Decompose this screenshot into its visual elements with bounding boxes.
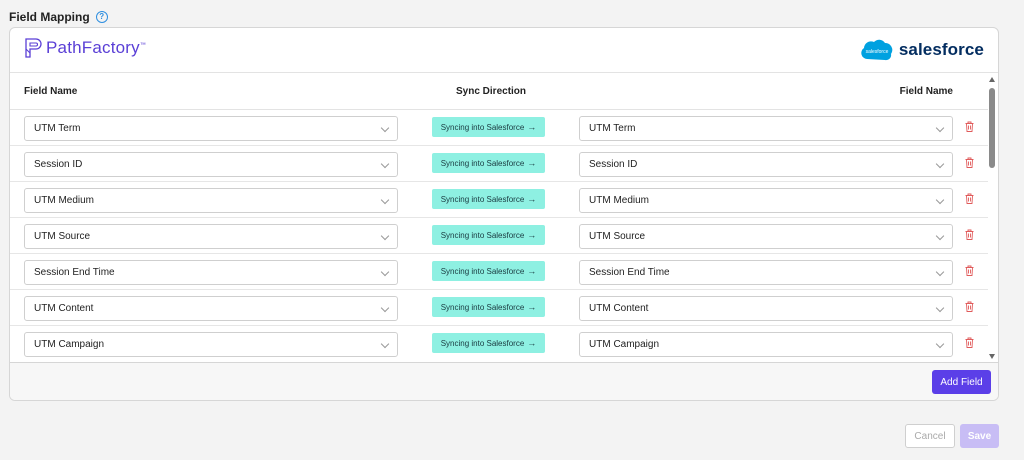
sync-direction-badge: Syncing into Salesforce →: [432, 297, 545, 317]
salesforce-wordmark: salesforce: [898, 40, 984, 59]
chevron-down-icon: [935, 267, 945, 277]
pathfactory-wordmark: PathFactory™: [46, 38, 147, 57]
scroll-down-icon[interactable]: [989, 354, 995, 359]
mapping-row: Session ID Syncing into Salesforce → Sess…: [10, 146, 988, 182]
chevron-down-icon: [380, 159, 390, 169]
arrow-right-icon: →: [527, 302, 537, 312]
source-field-select[interactable]: UTM Medium: [24, 188, 398, 213]
mapping-rows: UTM Term Syncing into Salesforce → UTM Te…: [10, 110, 988, 362]
delete-row-icon[interactable]: [965, 121, 974, 132]
sync-direction-badge: Syncing into Salesforce →: [432, 225, 545, 245]
arrow-right-icon: →: [527, 230, 537, 240]
target-field-select[interactable]: UTM Term: [579, 116, 953, 141]
svg-text:salesforce: salesforce: [865, 49, 888, 55]
delete-row-icon[interactable]: [965, 301, 974, 312]
chevron-down-icon: [380, 195, 390, 205]
source-field-select[interactable]: Session End Time: [24, 260, 398, 285]
mapping-row: UTM Medium Syncing into Salesforce → UTM …: [10, 182, 988, 218]
sync-direction-badge: Syncing into Salesforce →: [432, 117, 545, 137]
chevron-down-icon: [380, 123, 390, 133]
source-field-select[interactable]: UTM Source: [24, 224, 398, 249]
mapping-row: Session End Time Syncing into Salesforce…: [10, 254, 988, 290]
salesforce-logo: salesforce salesforce: [859, 37, 984, 63]
target-field-select[interactable]: UTM Campaign: [579, 332, 953, 357]
chevron-down-icon: [935, 303, 945, 313]
section-title: Field Mapping: [9, 10, 90, 24]
delete-row-icon[interactable]: [965, 265, 974, 276]
chevron-down-icon: [380, 303, 390, 313]
chevron-down-icon: [935, 159, 945, 169]
arrow-right-icon: →: [527, 122, 537, 132]
source-field-select[interactable]: UTM Campaign: [24, 332, 398, 357]
header-source-field: Field Name: [24, 86, 78, 97]
delete-row-icon[interactable]: [965, 337, 974, 348]
target-field-select[interactable]: UTM Content: [579, 296, 953, 321]
help-icon[interactable]: ?: [95, 11, 108, 23]
header-target-field: Field Name: [899, 86, 953, 97]
target-field-select[interactable]: UTM Medium: [579, 188, 953, 213]
section-header: Field Mapping ?: [9, 10, 108, 24]
add-field-button[interactable]: Add Field: [932, 370, 991, 394]
target-field-select[interactable]: Session ID: [579, 152, 953, 177]
pathfactory-logo: PathFactory™: [24, 37, 146, 59]
delete-row-icon[interactable]: [965, 193, 974, 204]
chevron-down-icon: [935, 339, 945, 349]
salesforce-cloud-icon: salesforce: [861, 39, 893, 61]
chevron-down-icon: [380, 267, 390, 277]
source-field-select[interactable]: UTM Term: [24, 116, 398, 141]
chevron-down-icon: [380, 231, 390, 241]
field-mapping-card: PathFactory™ salesforce salesforce Field…: [9, 27, 999, 401]
scroll-up-icon[interactable]: [989, 77, 995, 82]
source-field-select[interactable]: UTM Content: [24, 296, 398, 321]
cancel-button[interactable]: Cancel: [905, 424, 955, 448]
scrollbar-thumb[interactable]: [989, 88, 995, 168]
table-header: Field Name Sync Direction Field Name: [10, 74, 988, 110]
chevron-down-icon: [380, 339, 390, 349]
delete-row-icon[interactable]: [965, 157, 974, 168]
sync-direction-badge: Syncing into Salesforce →: [432, 333, 545, 353]
source-field-select[interactable]: Session ID: [24, 152, 398, 177]
save-button[interactable]: Save: [960, 424, 999, 448]
arrow-right-icon: →: [527, 338, 537, 348]
mapping-row: UTM Source Syncing into Salesforce → UTM …: [10, 218, 988, 254]
card-footer: Add Field: [10, 362, 998, 400]
arrow-right-icon: →: [527, 158, 537, 168]
delete-row-icon[interactable]: [965, 229, 974, 240]
arrow-right-icon: →: [527, 266, 537, 276]
chevron-down-icon: [935, 231, 945, 241]
brand-logos: PathFactory™ salesforce salesforce: [10, 28, 998, 73]
sync-direction-badge: Syncing into Salesforce →: [432, 153, 545, 173]
target-field-select[interactable]: Session End Time: [579, 260, 953, 285]
vertical-scrollbar[interactable]: [987, 74, 998, 362]
sync-direction-badge: Syncing into Salesforce →: [432, 261, 545, 281]
arrow-right-icon: →: [527, 194, 537, 204]
mapping-row: UTM Term Syncing into Salesforce → UTM Te…: [10, 110, 988, 146]
chevron-down-icon: [935, 123, 945, 133]
target-field-select[interactable]: UTM Source: [579, 224, 953, 249]
mapping-row: UTM Campaign Syncing into Salesforce → UT…: [10, 326, 988, 362]
pathfactory-mark-icon: [25, 38, 42, 58]
mapping-row: UTM Content Syncing into Salesforce → UTM…: [10, 290, 988, 326]
chevron-down-icon: [935, 195, 945, 205]
header-sync-direction: Sync Direction: [456, 86, 527, 97]
sync-direction-badge: Syncing into Salesforce →: [432, 189, 545, 209]
